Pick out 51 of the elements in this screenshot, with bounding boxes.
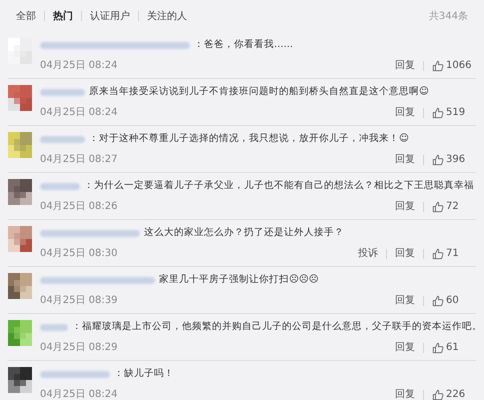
- thumbs-up-icon: [432, 154, 444, 166]
- comment-time: 04月25日 08:27: [40, 153, 118, 167]
- comment-text: ：为什么一定要逼着儿子子承父业，儿子也不能有自己的想法么？相比之下王思聪真幸福: [84, 178, 474, 193]
- comment-text: 这么大的家业怎么办？扔了还是让外人接手？: [144, 226, 344, 240]
- action-link[interactable]: 回复: [395, 58, 415, 73]
- thumbs-up-icon: [432, 248, 444, 260]
- comment-time: 04月25日 08:24: [40, 106, 118, 120]
- comment-text: 家里几十平房子强制让你打扫☹☹☹: [159, 272, 319, 287]
- filter-tab[interactable]: 热门: [53, 8, 73, 24]
- like-button[interactable]: 61: [432, 340, 472, 355]
- action-link[interactable]: 回复: [395, 246, 415, 261]
- action-link[interactable]: 回复: [395, 387, 415, 400]
- comment-count: 共344条: [428, 10, 468, 24]
- action-link[interactable]: 回复: [395, 340, 415, 355]
- comment-time: 04月25日 08:24: [40, 388, 118, 400]
- like-button[interactable]: 519: [432, 105, 472, 120]
- filter-tab[interactable]: 认证用户: [90, 8, 130, 24]
- like-button[interactable]: 71: [432, 246, 472, 261]
- like-button[interactable]: 60: [432, 293, 472, 308]
- comment-time: 04月25日 08:39: [40, 294, 118, 308]
- filter-tab[interactable]: 关注的人: [147, 8, 187, 24]
- like-button[interactable]: 72: [432, 199, 472, 214]
- comment-text: ：缺儿子吗！: [114, 366, 174, 381]
- comment-time: 04月25日 08:30: [40, 247, 118, 261]
- action-link[interactable]: 回复: [395, 105, 415, 120]
- action-link[interactable]: 投诉: [358, 246, 378, 261]
- action-link[interactable]: 回复: [395, 293, 415, 308]
- like-button[interactable]: 1066: [432, 58, 472, 73]
- comment-text: ：爸爸，你看看我……: [194, 38, 293, 52]
- blurred-username: [40, 182, 80, 190]
- comment-time: 04月25日 08:29: [40, 341, 118, 355]
- filter-tab[interactable]: 全部: [16, 8, 36, 24]
- blurred-username: [40, 324, 68, 330]
- comment-text: ：福耀玻璃是上市公司，他频繁的并购自己儿子的公司是什么意思，父子联手的资本运作吧。: [72, 320, 482, 334]
- like-button[interactable]: 396: [432, 152, 472, 167]
- thumbs-up-icon: [432, 342, 444, 354]
- thumbs-up-icon: [432, 388, 444, 400]
- blurred-username: [40, 370, 110, 378]
- action-link[interactable]: 回复: [395, 152, 415, 167]
- comment-text: 原来当年接受采访说到儿子不肯接班问题时的船到桥头自然直是这个意思啊☺: [89, 84, 429, 99]
- comment-time: 04月25日 08:26: [40, 200, 118, 214]
- blurred-username: [40, 136, 85, 142]
- thumbs-up-icon: [432, 106, 444, 118]
- like-button[interactable]: 226: [432, 387, 472, 400]
- comment-text: ：对于这种不尊重儿子选择的情况，我只想说，放开你儿子，冲我来！☺: [89, 132, 409, 146]
- blurred-username: [40, 88, 85, 96]
- thumbs-up-icon: [432, 200, 444, 212]
- comment-time: 04月25日 08:24: [40, 59, 118, 73]
- thumbs-up-icon: [432, 60, 444, 72]
- thumbs-up-icon: [432, 294, 444, 306]
- action-link[interactable]: 回复: [395, 199, 415, 214]
